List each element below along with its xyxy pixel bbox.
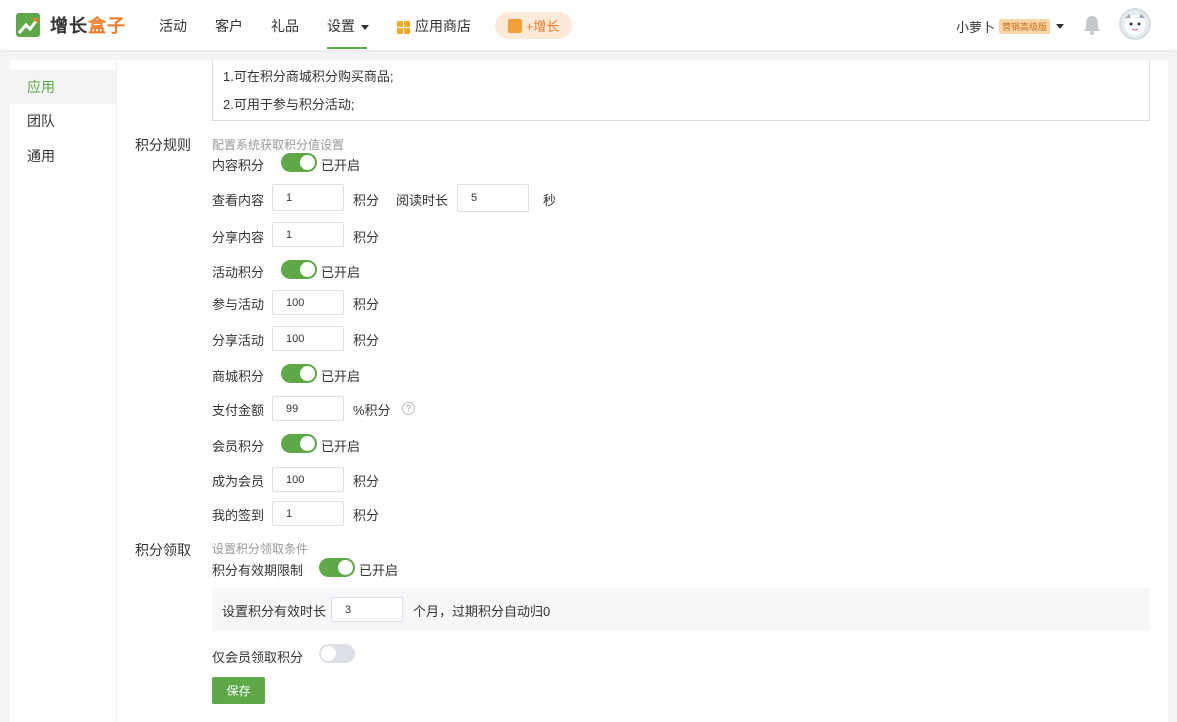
section-label-claim: 积分领取 [135,542,191,558]
members-only-label: 仅会员领取积分 [212,650,304,665]
validity-limit-status: 已开启 [359,563,399,578]
share-activity-label: 分享活动 [212,333,265,348]
validity-duration-unit: 个月，过期积分自动归0 [413,604,551,619]
mall-points-label: 商城积分 [212,369,265,384]
chevron-down-icon [1056,24,1065,29]
sidebar-item-general[interactable]: 通用 [10,139,116,173]
plan-badge: 营销高级版 [999,19,1051,34]
member-points-toggle[interactable] [281,434,317,453]
nav-settings[interactable]: 设置 [327,16,369,36]
share-content-unit: 积分 [353,230,380,245]
main-content: 1.可在积分商城积分购买商品; 2.可用于参与积分活动; 积分规则 配置系统获取… [117,60,1168,722]
become-member-input[interactable]: 100 [272,467,344,492]
my-checkin-label: 我的签到 [212,508,265,523]
members-only-toggle[interactable] [319,644,355,663]
view-content-input[interactable]: 1 [272,184,344,211]
brand-accent: 盒子 [88,16,126,36]
user-menu[interactable]: 小萝卜 营销高级版 [956,17,1065,36]
nav-customers[interactable]: 客户 [215,16,243,36]
join-activity-label: 参与活动 [212,297,265,312]
member-points-status: 已开启 [321,439,361,454]
points-description-box[interactable]: 1.可在积分商城积分购买商品; 2.可用于参与积分活动; [212,60,1150,121]
activity-points-toggle[interactable] [281,260,317,279]
nav-active-indicator [327,47,367,49]
logo[interactable]: 增长盒子 [16,12,126,38]
user-name: 小萝卜 [956,20,996,35]
share-content-input[interactable]: 1 [272,222,344,247]
become-member-label: 成为会员 [212,474,265,489]
view-content-unit: 积分 [353,193,380,208]
nav-app-store[interactable]: 应用商店 [397,16,471,36]
validity-duration-label: 设置积分有效时长 [222,604,327,619]
activity-points-label: 活动积分 [212,265,265,280]
content-points-label: 内容积分 [212,158,265,173]
read-duration-unit: 秒 [543,193,557,208]
view-content-label: 查看内容 [212,193,265,208]
read-duration-label: 阅读时长 [396,193,449,208]
content-points-toggle[interactable] [281,153,317,172]
validity-duration-input[interactable]: 3 [331,597,403,622]
mall-points-toggle[interactable] [281,364,317,383]
claim-hint: 设置积分领取条件 [212,542,309,556]
nav-activity[interactable]: 活动 [159,16,187,36]
activity-points-status: 已开启 [321,265,361,280]
sidebar-item-team[interactable]: 团队 [10,104,116,138]
become-member-unit: 积分 [353,474,380,489]
cube-icon [507,18,522,33]
sidebar: 应用 团队 通用 [10,60,117,722]
avatar[interactable] [1119,8,1151,40]
join-activity-unit: 积分 [353,297,380,312]
save-button[interactable]: 保存 [212,677,265,704]
logo-icon [16,13,40,37]
read-duration-input[interactable]: 5 [457,184,529,212]
app-grid-icon [397,20,410,34]
nav-gifts[interactable]: 礼品 [271,16,299,36]
sidebar-item-apps[interactable]: 应用 [10,70,116,104]
share-activity-input[interactable]: 100 [272,326,344,351]
growth-button[interactable]: +增长 [495,12,572,39]
mall-points-status: 已开启 [321,369,361,384]
chevron-down-icon [361,24,369,30]
section-label-rules: 积分规则 [135,137,191,153]
avatar-image-icon [1125,14,1145,35]
nav-settings-label: 设置 [327,18,355,34]
content-points-status: 已开启 [321,158,361,173]
top-bar: 增长盒子 活动 客户 礼品 设置 应用商店 +增长 小萝卜 营销高级版 [0,0,1177,50]
pay-amount-input[interactable]: 99 [272,396,344,421]
my-checkin-input[interactable]: 1 [272,501,344,526]
member-points-label: 会员积分 [212,439,265,454]
description-line-2: 2.可用于参与积分活动; [223,97,355,112]
join-activity-input[interactable]: 100 [272,290,344,315]
pay-amount-label: 支付金额 [212,403,265,418]
validity-limit-toggle[interactable] [319,558,355,577]
my-checkin-unit: 积分 [353,508,380,523]
growth-button-label: +增长 [525,19,560,34]
bell-icon[interactable] [1083,15,1101,35]
rules-hint: 配置系统获取积分值设置 [212,138,345,152]
share-activity-unit: 积分 [353,333,380,348]
help-icon[interactable]: ? [402,402,415,415]
brand-name: 增长盒子 [50,12,126,38]
pay-amount-unit: %积分 [353,403,391,418]
share-content-label: 分享内容 [212,230,265,245]
description-line-1: 1.可在积分商城积分购买商品; [223,69,394,84]
nav-app-store-label: 应用商店 [415,18,471,34]
brand-main: 增长 [50,16,88,36]
validity-limit-label: 积分有效期限制 [212,563,304,578]
